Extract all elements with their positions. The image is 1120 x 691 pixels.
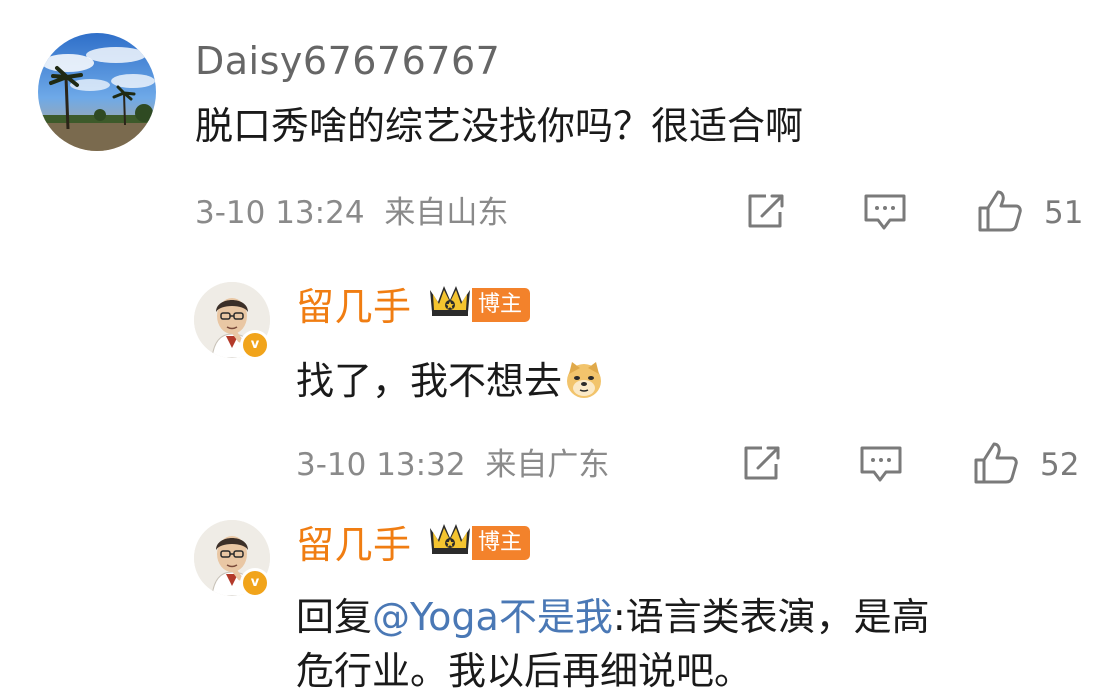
reply-time: 3-10 13:32 xyxy=(296,447,466,483)
like-count: 51 xyxy=(1044,195,1084,231)
comment-icon[interactable] xyxy=(858,444,904,490)
crown-icon xyxy=(428,282,472,316)
reply-text-continued: 危行业。我以后再细说吧。 xyxy=(296,649,753,691)
reply-meta: 3-10 13:32 来自广东 xyxy=(296,450,609,481)
reply-username[interactable]: 留几手 xyxy=(296,288,412,326)
share-icon[interactable] xyxy=(744,192,788,236)
crown-icon xyxy=(428,520,472,554)
comment-location: 来自山东 xyxy=(384,195,509,231)
like-icon[interactable] xyxy=(972,440,1020,490)
avatar[interactable] xyxy=(38,33,156,151)
like-count: 52 xyxy=(1040,447,1080,483)
verified-icon: v xyxy=(240,568,270,598)
blogger-badge: 博主 xyxy=(472,526,531,560)
reply-location: 来自广东 xyxy=(485,447,610,483)
comment-username[interactable]: Daisy67676767 xyxy=(195,42,500,80)
reply-item: v 留几手 博主 找了，我不想去 3-10 13:32 来自广东 52 xyxy=(0,260,1120,500)
avatar-image xyxy=(38,33,156,151)
comment-thread: Daisy67676767 脱口秀啥的综艺没找你吗？很适合啊 3-10 13:2… xyxy=(0,0,1120,691)
verified-icon: v xyxy=(240,330,270,360)
comment-text: 脱口秀啥的综艺没找你吗？很适合啊 xyxy=(195,104,804,148)
comment-item: Daisy67676767 脱口秀啥的综艺没找你吗？很适合啊 3-10 13:2… xyxy=(0,0,1120,260)
blogger-badge: 博主 xyxy=(472,288,531,322)
doge-emoji-icon xyxy=(564,358,604,398)
reply-prefix: 回复 xyxy=(296,595,373,639)
reply-text: 找了，我不想去 xyxy=(296,352,604,410)
comment-icon[interactable] xyxy=(862,192,908,238)
reply-text: 回复@Yoga不是我:语言类表演，是高 xyxy=(296,588,930,646)
mention-link[interactable]: @Yoga不是我 xyxy=(372,595,613,639)
comment-time: 3-10 13:24 xyxy=(195,195,365,231)
share-icon[interactable] xyxy=(740,444,784,488)
reply-username[interactable]: 留几手 xyxy=(296,526,412,564)
reply-text-content: 找了，我不想去 xyxy=(296,359,563,403)
like-icon[interactable] xyxy=(976,188,1024,238)
reply-text-line1: :语言类表演，是高 xyxy=(612,595,930,639)
reply-item: v 留几手 博主 回复@Yoga不是我:语言类表演，是高 危行业。我以后再细说吧… xyxy=(0,500,1120,691)
comment-meta: 3-10 13:24 来自山东 xyxy=(195,198,508,229)
